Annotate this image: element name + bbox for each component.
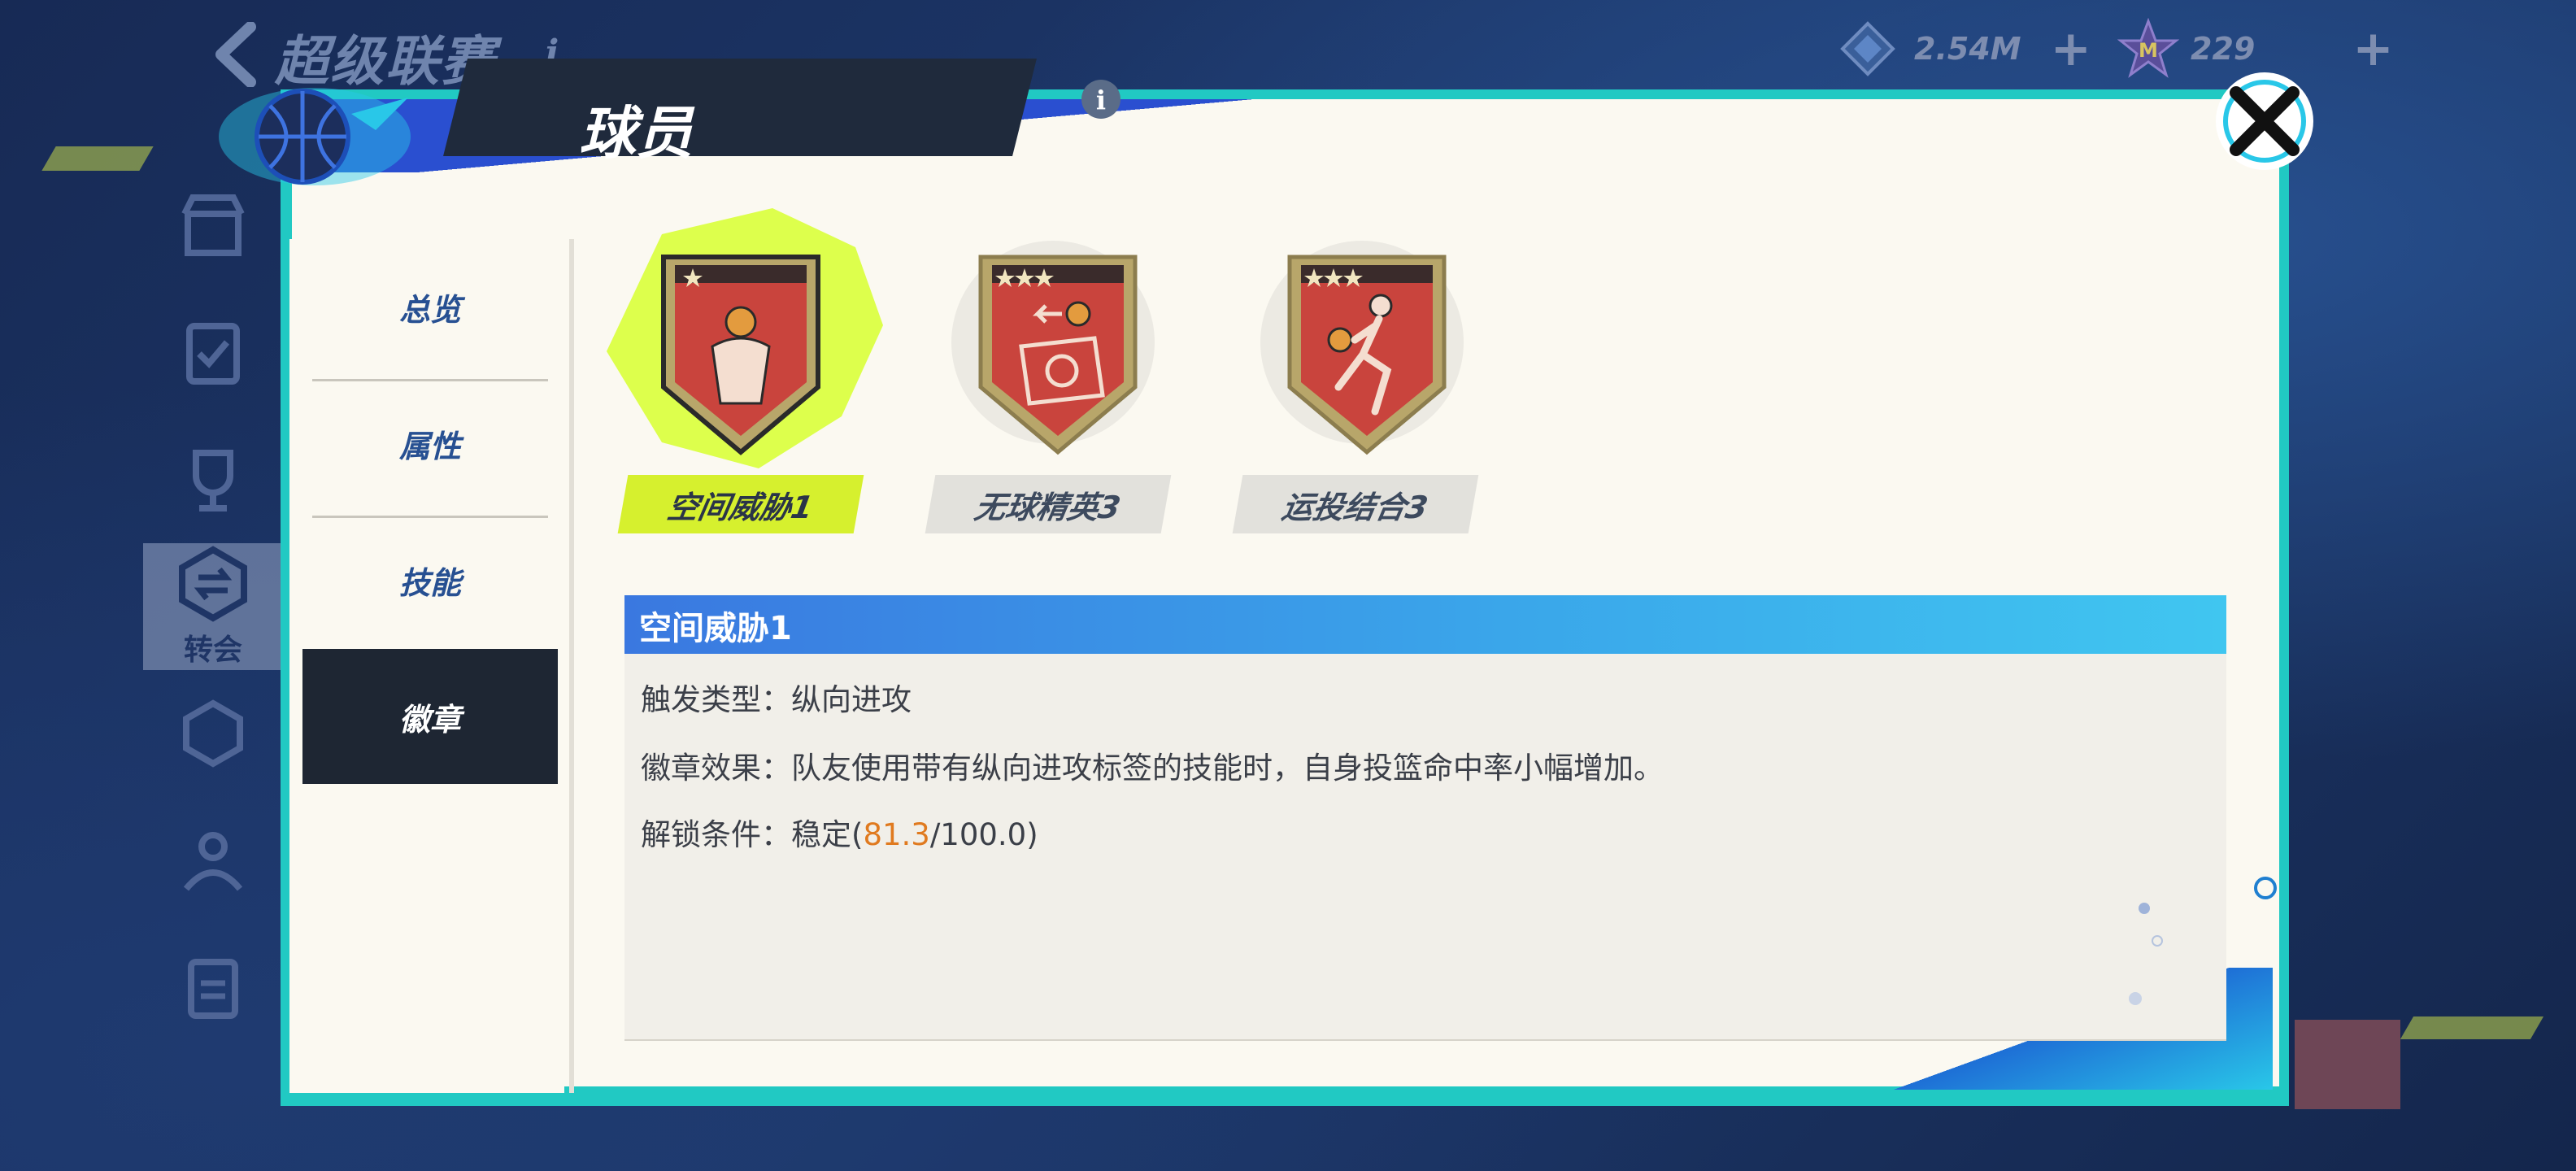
diamond-icon: [1840, 21, 1895, 76]
badge-effect-label: 徽章效果：: [641, 751, 791, 786]
add-diamond-button[interactable]: +: [2051, 20, 2091, 77]
badge-card-3[interactable]: [1260, 241, 1472, 485]
close-button[interactable]: [2212, 68, 2317, 174]
tab-attributes[interactable]: 属性: [302, 376, 558, 511]
trigger-type-value: 纵向进攻: [791, 682, 912, 717]
svg-text:i: i: [1096, 85, 1106, 115]
decor-dot: [2129, 992, 2142, 1005]
badge-label-2[interactable]: 无球精英3: [925, 475, 1172, 533]
badge-label-3[interactable]: 运投结合3: [1232, 475, 1479, 533]
team-icon: [183, 832, 243, 891]
bg-accent-stripe: [41, 146, 154, 171]
star-coin-icon: M: [2117, 18, 2179, 78]
trigger-type-row: 触发类型：纵向进攻: [641, 675, 912, 719]
badge-effect-value: 队友使用带有纵向进攻标签的技能时，自身投篮命中率小幅增加。: [791, 751, 1664, 786]
rail-item-trophy[interactable]: [143, 416, 283, 543]
basketball-icon: [219, 88, 411, 185]
panel-title: 球员: [579, 100, 693, 167]
rail-item-transfer[interactable]: 转会: [143, 543, 283, 670]
unlock-current-value: 81.3: [863, 817, 930, 852]
corner-decor: [2295, 1020, 2400, 1109]
side-nav: 总览 属性 技能 徽章: [289, 239, 564, 1093]
hexagon-icon: [183, 699, 243, 768]
back-button[interactable]: [203, 18, 268, 91]
badge-shield-icon: [978, 255, 1138, 455]
rail-item-transfer-label: 转会: [183, 633, 242, 667]
main-menu-rail: 转会: [143, 163, 283, 1065]
unlock-condition-row: 解锁条件：稳定(81.3/100.0): [641, 810, 1038, 854]
unlock-condition-label: 解锁条件：: [641, 817, 791, 852]
badge-detail-header: [624, 595, 2226, 654]
rail-item-hex[interactable]: [143, 670, 283, 797]
info-icon[interactable]: i: [1078, 76, 1124, 122]
decor-dot: [2152, 935, 2163, 947]
bg-accent-stripe: [2400, 1016, 2544, 1039]
badge-detail-title: 空间威胁1: [639, 610, 792, 647]
trigger-type-label: 触发类型：: [641, 682, 791, 717]
currency-diamond-amount: 2.54M: [1914, 31, 2021, 67]
side-nav-divider: [569, 239, 574, 1093]
badge-shield-icon: [661, 255, 820, 455]
tab-skills[interactable]: 技能: [302, 512, 558, 647]
badge-effect-row: 徽章效果：队友使用带有纵向进攻标签的技能时，自身投篮命中率小幅增加。: [641, 743, 1664, 787]
checklist-icon: [186, 323, 240, 385]
currency-coin-amount: 229: [2191, 31, 2256, 67]
unlock-condition-prefix: 稳定(: [791, 817, 864, 852]
badge-card-2[interactable]: [951, 241, 1163, 485]
chevron-left-icon: [215, 22, 256, 87]
badge-label-1[interactable]: 空间威胁1: [617, 475, 864, 533]
header-bar: [443, 59, 1037, 156]
tab-badges[interactable]: 徽章: [302, 649, 558, 784]
rail-item-clipboard[interactable]: [143, 924, 283, 1051]
badge-card-1[interactable]: [607, 208, 883, 485]
unlock-condition-suffix: /100.0): [929, 817, 1038, 852]
store-icon: [181, 194, 245, 256]
rail-item-tasks[interactable]: [143, 289, 283, 416]
add-coin-button[interactable]: +: [2352, 20, 2393, 77]
decor-dot: [2254, 877, 2277, 899]
currency-diamond: 2.54M +: [1839, 18, 2091, 80]
tab-overview[interactable]: 总览: [302, 239, 558, 374]
trophy-icon: [193, 450, 233, 511]
svg-text:M: M: [2139, 39, 2158, 62]
clipboard-icon: [188, 959, 238, 1019]
decor-dot: [2139, 903, 2150, 914]
rail-item-team[interactable]: [143, 797, 283, 924]
transfer-icon: [179, 546, 247, 622]
badge-shield-icon: [1287, 255, 1447, 455]
